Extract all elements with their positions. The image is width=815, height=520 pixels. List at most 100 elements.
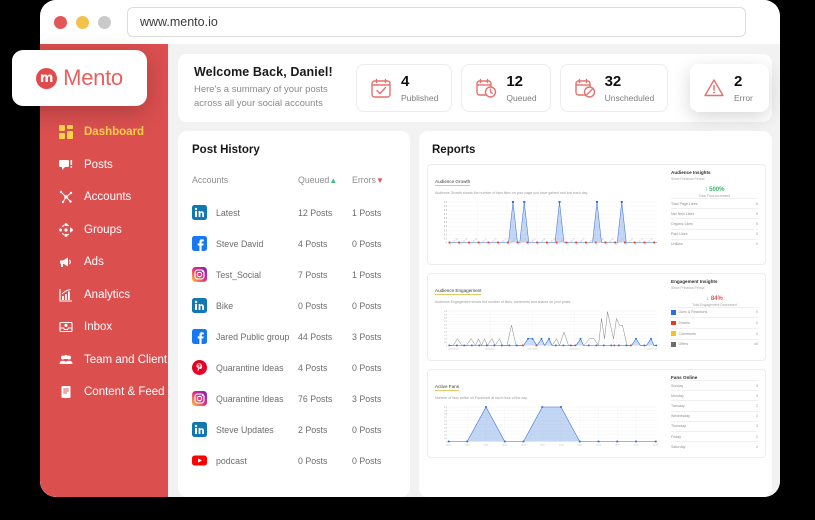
- stat-value: 4: [401, 72, 410, 90]
- stat-card-queued[interactable]: 12 Queued: [461, 64, 551, 112]
- audience-growth-svg: 1.00.9 0.80.7 0.60.5 0.40.3 0.20.1 0 202…: [444, 200, 657, 247]
- sidebar: Dashboard Posts Accounts Groups Ads Anal…: [40, 44, 168, 497]
- grid-icon: [58, 124, 74, 140]
- stat-cards: 4 Published 12 Queued 32 Unscheduled: [356, 64, 669, 112]
- instagram-icon: [192, 391, 207, 406]
- svg-text:0.6: 0.6: [444, 218, 448, 220]
- svg-text:21:00: 21:00: [634, 444, 639, 446]
- chart-title: Audience Engagement: [435, 287, 482, 295]
- audience-insights: Audience Insights Since Previous Period …: [666, 170, 758, 258]
- stat-label: Published: [401, 92, 439, 103]
- svg-text:2.0: 2.0: [444, 331, 448, 333]
- page-title: Welcome Back, Daniel!: [194, 65, 333, 80]
- table-row[interactable]: Test_Social 7 Posts 1 Posts: [192, 259, 396, 290]
- chart-description: Audience Growth shows the number of fans…: [435, 191, 589, 195]
- svg-text:00:00: 00:00: [446, 444, 451, 446]
- svg-text:0: 0: [446, 242, 448, 244]
- insight-row: Monday 3: [671, 390, 758, 400]
- sidebar-item-inbox[interactable]: Inbox: [40, 311, 168, 344]
- table-row[interactable]: Latest 12 Posts 1 Posts: [192, 197, 396, 228]
- chart-description: Audience Engagement shows the number of …: [435, 299, 572, 304]
- svg-text:1.0: 1.0: [444, 202, 448, 204]
- table-row[interactable]: Steve Updates 2 Posts 0 Posts: [192, 414, 396, 445]
- sidebar-item-label: Ads: [84, 256, 104, 269]
- close-icon[interactable]: [54, 15, 67, 29]
- svg-text:10:00: 10:00: [540, 444, 545, 446]
- svg-text:2020-04-28: 2020-04-28: [449, 238, 459, 247]
- table-row[interactable]: Steve David 4 Posts 0 Posts: [192, 228, 396, 259]
- url-text: www.mento.io: [140, 15, 218, 29]
- warning-triangle-icon: [703, 77, 725, 99]
- svg-text:0.7: 0.7: [444, 214, 448, 216]
- svg-text:0.4: 0.4: [444, 226, 448, 228]
- engagement-insights: Engagement Insights Since Previous Perio…: [666, 279, 758, 355]
- minimize-icon[interactable]: [76, 15, 89, 29]
- svg-text:2020-05-10: 2020-05-10: [486, 348, 496, 350]
- sidebar-item-team-and-client[interactable]: Team and Client: [40, 344, 168, 377]
- svg-text:22:00: 22:00: [653, 444, 658, 446]
- account-name: Steve Updates: [216, 424, 274, 435]
- sort-descending-icon: ▼: [375, 176, 384, 185]
- column-header-accounts[interactable]: Accounts: [192, 175, 298, 185]
- legend: Likes & Reactions 0 Shares 0 Comments 0 Off…: [671, 306, 758, 350]
- pinterest-icon: [192, 360, 207, 375]
- table-row[interactable]: Quarantine Ideas 4 Posts 0 Posts: [192, 352, 396, 383]
- stat-card-published[interactable]: 4 Published: [356, 64, 453, 112]
- legend-item: Comments 0: [671, 327, 758, 339]
- account-name: Steve David: [216, 238, 264, 249]
- stat-card-unscheduled[interactable]: 32 Unscheduled: [559, 64, 669, 112]
- brand-logo-card[interactable]: m Mento: [12, 50, 147, 106]
- facebook-icon: [192, 329, 207, 344]
- reports-panel: Reports Audience Growth Audience Growth …: [419, 131, 772, 497]
- active-fans-chart-area: Active Fans Number of fans active on Fac…: [435, 375, 660, 451]
- sidebar-item-label: Content & Feed: [84, 386, 165, 399]
- sidebar-item-ads[interactable]: Ads: [40, 246, 168, 279]
- groups-icon: [58, 222, 74, 238]
- sidebar-item-label: Posts: [84, 158, 113, 171]
- insights-title: Audience Insights: [671, 170, 711, 175]
- table-row[interactable]: Jared Public group 44 Posts 3 Posts: [192, 321, 396, 352]
- queued-count: 0 Posts: [298, 455, 328, 466]
- sidebar-item-analytics[interactable]: Analytics: [40, 279, 168, 312]
- fans-online: Fans Online Sunday 4 Monday 3 Tuesday 2 Wed…: [666, 375, 758, 451]
- table-row[interactable]: Quarantine Ideas 76 Posts 3 Posts: [192, 383, 396, 414]
- calendar-check-icon: [370, 77, 392, 99]
- table-row[interactable]: podcast 0 Posts 0 Posts: [192, 445, 396, 476]
- errors-count: 0 Posts: [352, 238, 382, 249]
- address-bar[interactable]: www.mento.io: [127, 7, 746, 37]
- stat-card-error[interactable]: 2 Error: [690, 64, 769, 112]
- insights-delta: ↑ 500%: [704, 187, 725, 193]
- svg-text:0.3: 0.3: [444, 230, 448, 232]
- insight-row: Thursday 3: [671, 420, 758, 431]
- audience-growth-plot: 1.0 0.9 0.8 0.7 0.6 0.5 0.4 0.3 0.2 0.1 0: [435, 199, 660, 258]
- stat-text-block: 2 Error: [734, 74, 753, 103]
- queued-count: 7 Posts: [298, 269, 328, 280]
- sidebar-item-content-and-feed[interactable]: Content & Feed: [40, 376, 168, 409]
- audience-growth-chart-area: Audience Growth Audience Growth shows th…: [435, 170, 660, 258]
- team-icon: [58, 352, 74, 368]
- posts-icon: [58, 157, 74, 173]
- linkedin-icon: [192, 205, 207, 220]
- svg-text:0.1: 0.1: [444, 438, 448, 440]
- post-history-panel: Post History Accounts Queued▲ Errors▼ La…: [178, 131, 410, 497]
- column-header-queued[interactable]: Queued▲: [298, 175, 352, 185]
- sidebar-item-groups[interactable]: Groups: [40, 214, 168, 247]
- svg-text:0.5: 0.5: [444, 222, 448, 224]
- maximize-icon[interactable]: [98, 15, 111, 29]
- legend-item: Offers 40: [671, 338, 758, 350]
- sidebar-item-dashboard[interactable]: Dashboard: [40, 116, 168, 149]
- svg-text:4.5: 4.5: [444, 314, 448, 316]
- sidebar-item-posts[interactable]: Posts: [40, 149, 168, 182]
- svg-text:04:00: 04:00: [484, 444, 489, 446]
- svg-text:5.0: 5.0: [444, 310, 448, 312]
- sidebar-item-accounts[interactable]: Accounts: [40, 181, 168, 214]
- legend-item: Likes & Reactions 0: [671, 306, 758, 318]
- column-header-errors[interactable]: Errors▼: [352, 175, 396, 185]
- account-name: Quarantine Ideas: [216, 362, 284, 373]
- svg-text:2020-07-24: 2020-07-24: [644, 238, 654, 247]
- legend-item: Shares 0: [671, 317, 758, 328]
- insight-row: Sunday 4: [671, 380, 758, 390]
- table-row[interactable]: Bike 0 Posts 0 Posts: [192, 290, 396, 321]
- stat-text-block: 32 Unscheduled: [605, 74, 655, 103]
- audience-engagement-plot: 5.0 4.5 4.0 3.5 3.0 2.5 2.0 1.5 1.0 0.5 0: [435, 308, 660, 355]
